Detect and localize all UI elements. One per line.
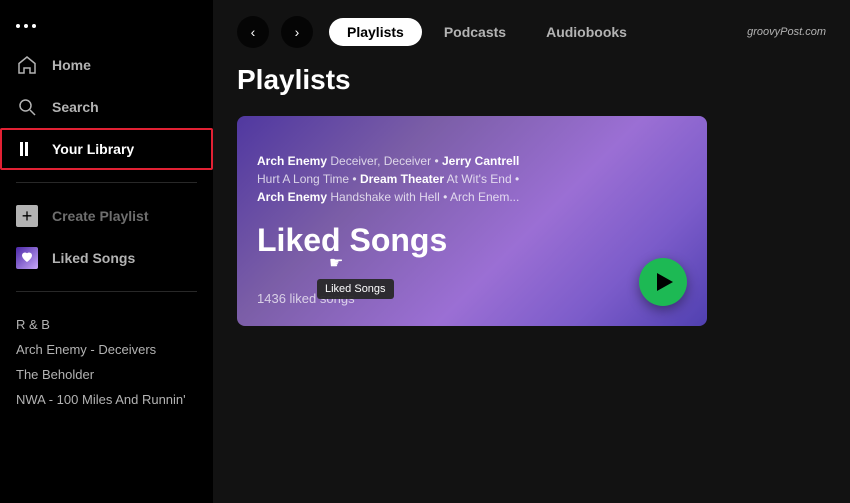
home-icon [16,54,38,76]
back-button[interactable]: ‹ [237,16,269,48]
sidebar-item-your-library[interactable]: Your Library [0,128,213,170]
playlist-nwa[interactable]: NWA - 100 Miles And Runnin' [16,387,197,412]
dot-1 [16,24,20,28]
forward-button[interactable]: › [281,16,313,48]
dot-2 [24,24,28,28]
dot-3 [32,24,36,28]
topbar: ‹ › Playlists Podcasts Audiobooks groovy… [213,0,850,64]
play-triangle-icon [657,273,673,291]
card-songs-text: Arch Enemy Deceiver, Deceiver • Jerry Ca… [257,152,577,206]
playlists-content: Playlists Arch Enemy Deceiver, Deceiver … [213,64,850,503]
card-artist-4: Arch Enemy [257,190,327,204]
plus-icon: + [16,205,38,227]
liked-songs-nav-label: Liked Songs [52,250,135,266]
tab-audiobooks[interactable]: Audiobooks [528,18,645,46]
main-content: ‹ › Playlists Podcasts Audiobooks groovy… [213,0,850,503]
playlist-list: R & B Arch Enemy - Deceivers The Beholde… [0,312,213,412]
card-song-3: At Wit's End [447,172,512,186]
playlist-arch-enemy[interactable]: Arch Enemy - Deceivers [16,337,197,362]
card-song-2: Hurt A Long Time [257,172,349,186]
play-button[interactable] [639,258,687,306]
home-label: Home [52,57,91,73]
playlist-rb[interactable]: R & B [16,312,197,337]
create-playlist-label: Create Playlist [52,208,149,224]
card-title-area: Liked Songs ☛ Liked Songs 1436 liked son… [257,222,447,306]
card-song-4: Handshake with Hell [330,190,439,204]
content-tabs: Playlists Podcasts Audiobooks [329,18,645,46]
search-label: Search [52,99,99,115]
sidebar-nav: Home Search Your Library [0,44,213,170]
liked-songs-nav-item[interactable]: Liked Songs [0,237,213,279]
card-sep-4: • [443,190,450,204]
sidebar-item-home[interactable]: Home [0,44,213,86]
sidebar-item-search[interactable]: Search [0,86,213,128]
card-sep-1: • [434,154,442,168]
liked-songs-tooltip: Liked Songs [317,279,394,299]
section-title: Playlists [237,64,826,96]
liked-songs-card[interactable]: Arch Enemy Deceiver, Deceiver • Jerry Ca… [237,116,707,326]
playlist-beholder[interactable]: The Beholder [16,362,197,387]
card-ellipsis: Arch Enem... [450,190,519,204]
liked-heart-icon [16,247,38,269]
library-icon [16,138,38,160]
card-sep-2: • [352,172,360,186]
card-song-1: Deceiver, Deceiver [330,154,431,168]
card-artist-1: Arch Enemy [257,154,327,168]
sidebar-divider [16,182,197,183]
card-sep-3: • [515,172,519,186]
sidebar: Home Search Your Library [0,0,213,503]
card-artist-3: Dream Theater [360,172,444,186]
sidebar-divider-2 [16,291,197,292]
tab-podcasts[interactable]: Podcasts [426,18,524,46]
card-bottom: Liked Songs ☛ Liked Songs 1436 liked son… [257,222,687,306]
search-icon [16,96,38,118]
tab-playlists[interactable]: Playlists [329,18,422,46]
sidebar-dots-menu[interactable] [0,16,213,44]
your-library-label: Your Library [52,141,134,157]
cursor-pointer: ☛ [329,253,343,273]
card-main-title: Liked Songs [257,222,447,259]
create-playlist-button[interactable]: + Create Playlist [0,195,213,237]
watermark: groovyPost.com [747,26,826,38]
card-artist-2: Jerry Cantrell [442,154,519,168]
